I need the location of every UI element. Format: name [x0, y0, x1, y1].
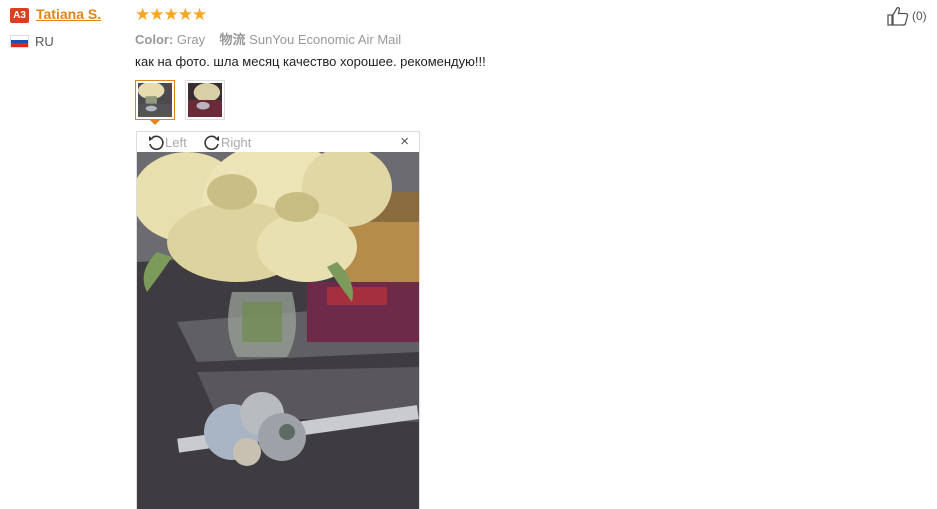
selected-thumbnail-pointer [150, 120, 160, 125]
review-text: как на фото. шла месяц качество хорошее.… [135, 54, 486, 69]
russia-flag-icon [10, 35, 29, 48]
color-label: Color: [135, 32, 174, 47]
country-code: RU [35, 34, 54, 49]
review-photo-image [137, 152, 419, 509]
reviewer-name-link[interactable]: Tatiana S. [36, 6, 101, 22]
like-count: (0) [912, 9, 927, 23]
review-meta: Color: Gray 物流 SunYou Economic Air Mail [135, 29, 401, 48]
thumbnail-image [138, 82, 172, 117]
rotate-right-label: Right [221, 134, 252, 150]
user-level-badge: A3 [10, 8, 29, 23]
logistics-label: 物流 [219, 32, 246, 47]
photo-viewer: Left Right × [136, 131, 420, 509]
rotate-left-icon [149, 135, 164, 151]
helpful-like-button[interactable]: (0) [887, 6, 927, 26]
thumbs-up-icon [887, 7, 909, 26]
star-rating: ★★★★★ [135, 5, 207, 24]
rotate-left-label: Left [165, 134, 187, 150]
thumbnail-image [188, 83, 222, 117]
review-photo [137, 152, 419, 509]
color-value: Gray [176, 32, 206, 47]
rotate-left-button[interactable]: Left [147, 133, 187, 151]
review-photo-thumbnail[interactable] [135, 80, 175, 120]
viewer-toolbar: Left Right × [137, 132, 419, 152]
rotate-right-icon [204, 135, 219, 151]
rotate-right-button[interactable]: Right [203, 133, 251, 151]
review-photo-thumbnail[interactable] [185, 80, 225, 120]
logistics-value: SunYou Economic Air Mail [249, 32, 402, 47]
close-viewer-button[interactable]: × [400, 134, 409, 150]
